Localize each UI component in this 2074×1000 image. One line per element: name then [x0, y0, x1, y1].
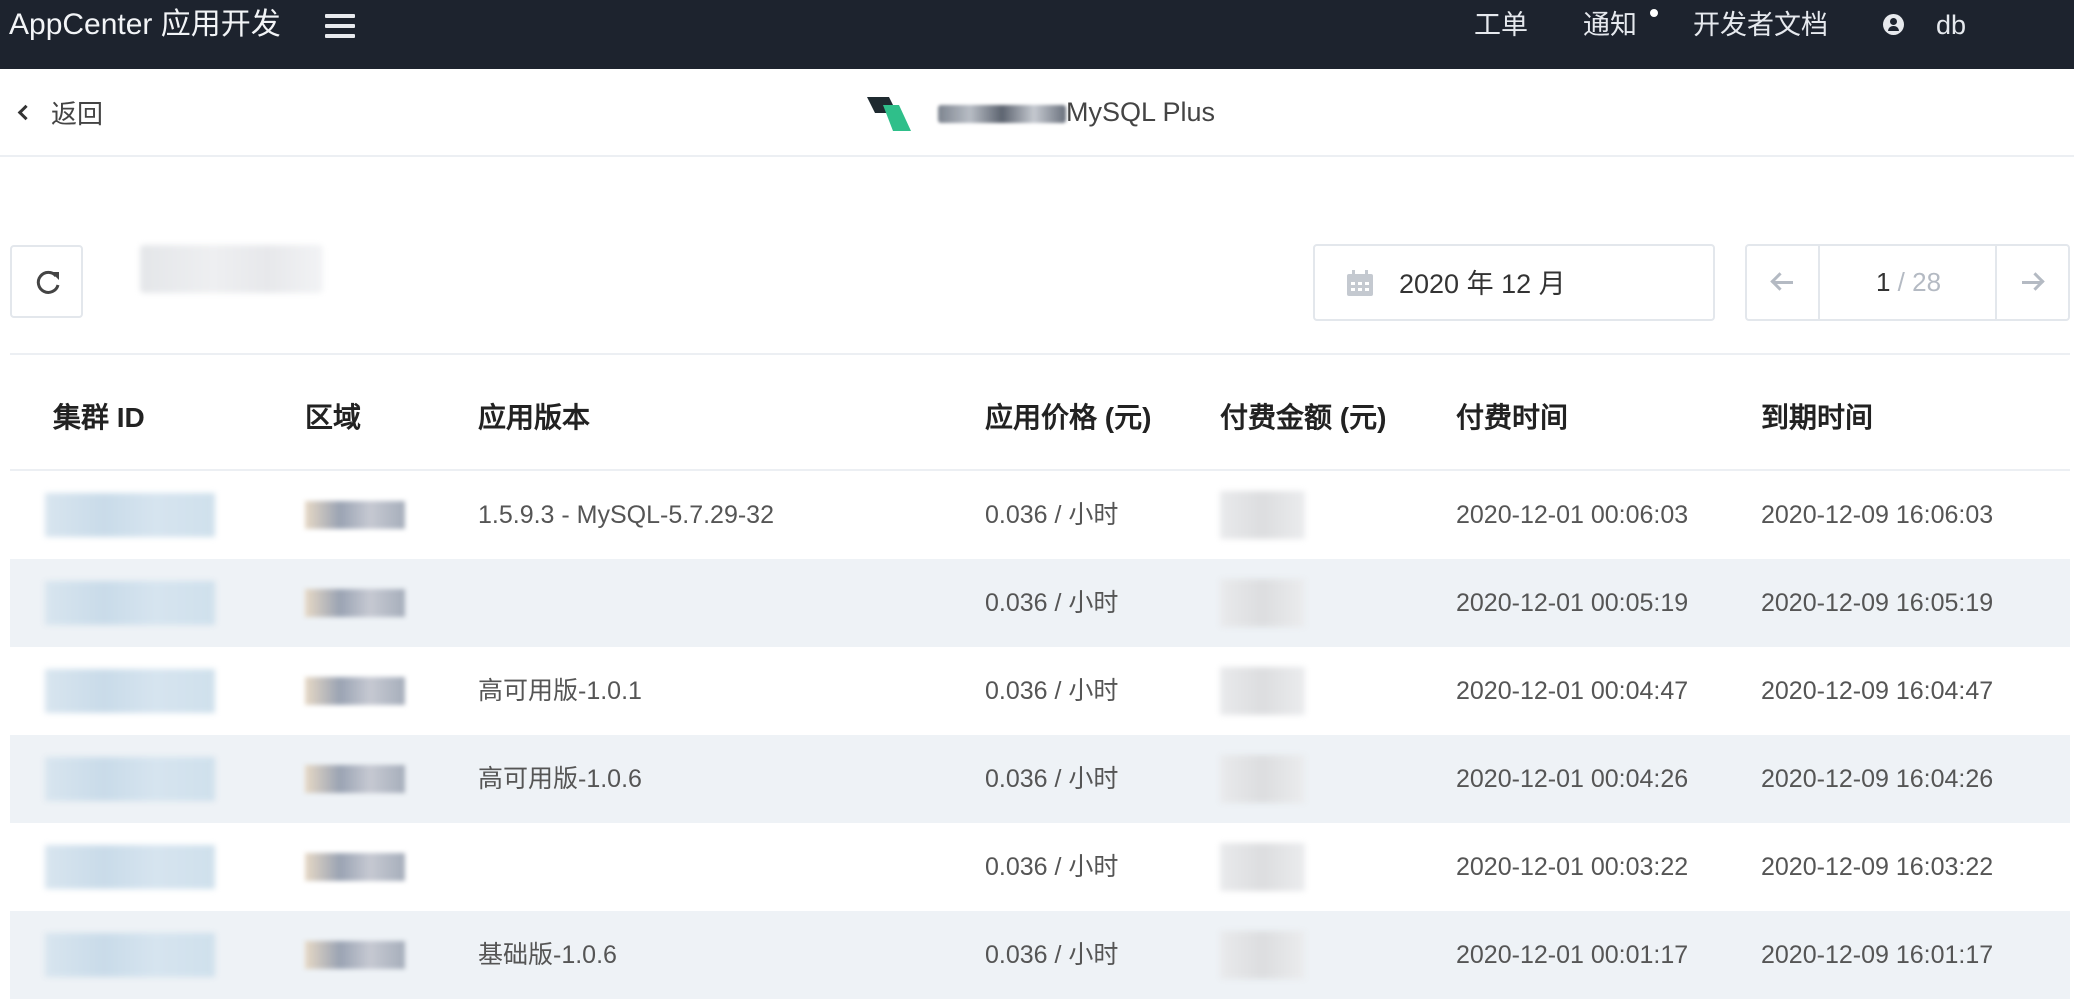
table-row[interactable]: 1.5.9.3 - MySQL-5.7.29-32 0.036 / 小时 202… [10, 471, 2070, 559]
hamburger-menu-icon[interactable] [325, 14, 355, 38]
pagination: 1 / 28 [1745, 244, 2070, 321]
paid-amount-redacted [1220, 843, 1305, 891]
region-redacted [305, 501, 405, 529]
region-redacted [305, 853, 405, 881]
toolbar-divider [10, 353, 2070, 355]
table-row[interactable]: 0.036 / 小时 2020-12-01 00:05:19 2020-12-0… [10, 559, 2070, 647]
cell-price: 0.036 / 小时 [985, 941, 1119, 969]
next-page-button[interactable] [1995, 246, 2068, 319]
paid-amount-redacted [1220, 755, 1305, 803]
cell-expire-time: 2020-12-09 16:03:22 [1761, 853, 1994, 881]
cell-expire-time: 2020-12-09 16:04:26 [1761, 765, 1994, 793]
current-page: 1 [1875, 267, 1891, 297]
refresh-button[interactable] [10, 245, 83, 318]
cell-price: 0.036 / 小时 [985, 853, 1119, 881]
arrow-right-icon [2022, 281, 2042, 284]
table-row[interactable]: 0.036 / 小时 2020-12-01 00:03:22 2020-12-0… [10, 823, 2070, 911]
paid-amount-redacted [1220, 491, 1305, 539]
col-paid-time[interactable]: 付费时间 [1456, 396, 1568, 436]
region-redacted [305, 765, 405, 793]
nav-notice[interactable]: 通知 [1583, 9, 1637, 41]
paid-amount-redacted [1220, 667, 1305, 715]
app-title: MySQL Plus [938, 95, 1215, 129]
cell-version: 基础版-1.0.6 [478, 941, 617, 969]
paid-amount-redacted [1220, 931, 1305, 979]
cell-expire-time: 2020-12-09 16:01:17 [1761, 941, 1994, 969]
nav-developer-docs[interactable]: 开发者文档 [1693, 9, 1828, 41]
col-app-price[interactable]: 应用价格 (元) [985, 396, 1151, 436]
nav-user-name[interactable]: db [1936, 9, 1966, 41]
cell-paid-time: 2020-12-01 00:04:47 [1456, 677, 1689, 705]
app-title-label: MySQL Plus [1066, 97, 1216, 127]
table-header: 集群 ID 区域 应用版本 应用价格 (元) 付费金额 (元) 付费时间 到期时… [10, 356, 2070, 471]
brand-title[interactable]: AppCenter 应用开发 [9, 8, 281, 42]
col-region[interactable]: 区域 [305, 396, 361, 436]
cell-price: 0.036 / 小时 [985, 589, 1119, 617]
region-redacted [305, 941, 405, 969]
cluster-id-redacted[interactable] [45, 581, 215, 625]
table-row[interactable]: 高可用版-1.0.1 0.036 / 小时 2020-12-01 00:04:4… [10, 647, 2070, 735]
app-logo-icon [867, 97, 911, 131]
search-field-redacted[interactable] [140, 245, 323, 293]
cluster-id-redacted[interactable] [45, 933, 215, 977]
cluster-id-redacted[interactable] [45, 493, 215, 537]
back-button[interactable]: 返回 [14, 96, 104, 129]
prev-page-button[interactable] [1747, 246, 1820, 319]
month-picker-value: 2020 年 12 月 [1399, 269, 1566, 299]
top-navbar: AppCenter 应用开发 工单 通知 开发者文档 db [0, 0, 2074, 69]
region-redacted [305, 589, 405, 617]
col-paid-amount[interactable]: 付费金额 (元) [1220, 396, 1386, 436]
cell-expire-time: 2020-12-09 16:05:19 [1761, 589, 1994, 617]
cell-expire-time: 2020-12-09 16:06:03 [1761, 501, 1994, 529]
cell-version: 高可用版-1.0.6 [478, 765, 642, 793]
arrow-left-icon [1773, 281, 1793, 284]
cluster-id-redacted[interactable] [45, 669, 215, 713]
table-row[interactable]: 高可用版-1.0.6 0.036 / 小时 2020-12-01 00:04:2… [10, 735, 2070, 823]
page-indicator: 1 / 28 [1820, 246, 1997, 319]
cluster-id-redacted[interactable] [45, 845, 215, 889]
col-expire-time[interactable]: 到期时间 [1761, 396, 1873, 436]
refresh-icon [36, 270, 60, 294]
cell-price: 0.036 / 小时 [985, 765, 1119, 793]
back-label: 返回 [51, 98, 104, 129]
cell-paid-time: 2020-12-01 00:04:26 [1456, 765, 1689, 793]
nav-ticket[interactable]: 工单 [1474, 9, 1528, 41]
cell-paid-time: 2020-12-01 00:03:22 [1456, 853, 1689, 881]
col-cluster-id[interactable]: 集群 ID [53, 396, 145, 436]
col-app-version[interactable]: 应用版本 [478, 396, 590, 436]
cell-paid-time: 2020-12-01 00:06:03 [1456, 501, 1689, 529]
cell-version: 高可用版-1.0.1 [478, 677, 642, 705]
cell-paid-time: 2020-12-01 00:01:17 [1456, 941, 1689, 969]
cluster-id-redacted[interactable] [45, 757, 215, 801]
app-title-redacted [938, 104, 1066, 123]
calendar-icon [1347, 270, 1373, 296]
user-avatar-icon[interactable] [1883, 14, 1904, 35]
cell-price: 0.036 / 小时 [985, 677, 1119, 705]
notification-dot-icon [1650, 9, 1658, 17]
cell-expire-time: 2020-12-09 16:04:47 [1761, 677, 1994, 705]
billing-table: 集群 ID 区域 应用版本 应用价格 (元) 付费金额 (元) 付费时间 到期时… [10, 356, 2070, 999]
table-row[interactable]: 基础版-1.0.6 0.036 / 小时 2020-12-01 00:01:17… [10, 911, 2070, 999]
page-separator: / [1897, 267, 1905, 297]
cell-paid-time: 2020-12-01 00:05:19 [1456, 589, 1689, 617]
month-picker[interactable]: 2020 年 12 月 [1313, 244, 1715, 321]
chevron-left-icon [17, 104, 34, 120]
paid-amount-redacted [1220, 579, 1305, 627]
cell-version: 1.5.9.3 - MySQL-5.7.29-32 [478, 501, 774, 529]
cell-price: 0.036 / 小时 [985, 501, 1119, 529]
region-redacted [305, 677, 405, 705]
total-pages: 28 [1912, 267, 1942, 297]
